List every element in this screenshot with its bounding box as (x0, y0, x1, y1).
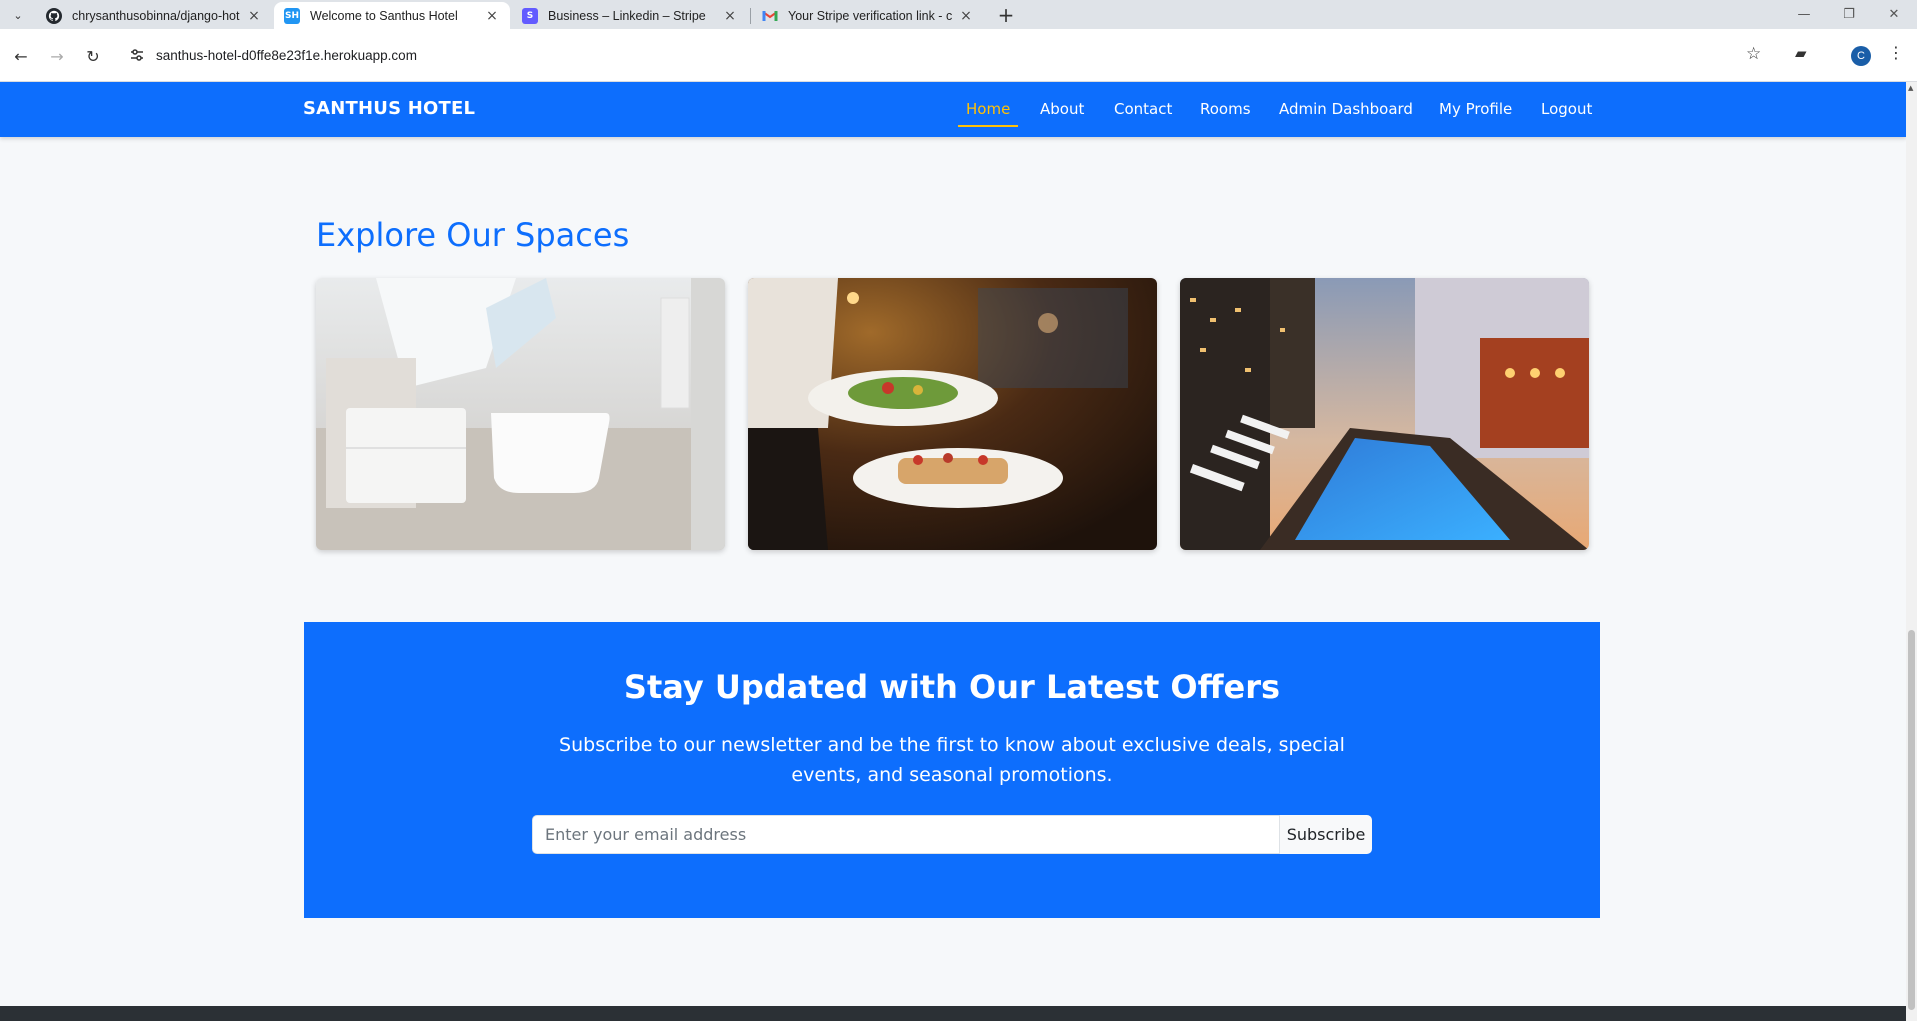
gmail-icon (762, 8, 778, 24)
site-info-icon[interactable] (128, 46, 146, 64)
github-icon (46, 7, 62, 24)
newsletter-section: Stay Updated with Our Latest Offers Subs… (304, 622, 1600, 918)
site-brand-logo[interactable]: SANTHUS HOTEL (303, 98, 475, 119)
subscribe-button[interactable]: Subscribe (1280, 815, 1372, 854)
browser-menu-icon[interactable]: ⋮ (1888, 43, 1904, 62)
page-scrollbar[interactable]: ▲ (1906, 82, 1917, 1021)
newsletter-email-input[interactable] (532, 815, 1280, 854)
footer-top-edge (0, 1006, 1906, 1021)
bathroom-photo (316, 278, 725, 550)
browser-tab-github[interactable]: chrysanthusobinna/django-hot × (36, 2, 272, 29)
browser-tab-stripe[interactable]: S Business – Linkedin – Stripe × (512, 2, 748, 29)
santhus-favicon-icon: SH (284, 7, 300, 24)
forward-arrow-icon[interactable]: → (44, 43, 70, 69)
scrollbar-thumb[interactable] (1908, 630, 1915, 1010)
nav-link-rooms[interactable]: Rooms (1200, 100, 1251, 118)
nav-link-home[interactable]: Home (957, 100, 1019, 127)
restaurant-dish-photo (748, 278, 1157, 550)
close-tab-icon[interactable]: × (484, 8, 500, 24)
restore-window-icon[interactable]: ❐ (1826, 0, 1872, 29)
page-viewport: SANTHUS HOTEL Home About Contact Rooms A… (0, 82, 1906, 1021)
nav-link-about[interactable]: About (1040, 100, 1084, 118)
back-arrow-icon[interactable]: ← (8, 43, 34, 69)
minimize-window-icon[interactable]: — (1781, 0, 1827, 29)
tab-title: Your Stripe verification link - ch (788, 8, 952, 23)
explore-spaces-heading: Explore Our Spaces (316, 216, 630, 254)
extensions-puzzle-icon[interactable]: ▰ (1795, 44, 1807, 62)
close-tab-icon[interactable]: × (246, 8, 262, 24)
rooftop-pool-photo (1180, 278, 1589, 550)
new-tab-plus-icon[interactable]: + (994, 3, 1018, 27)
browser-tab-santhus-hotel[interactable]: SH Welcome to Santhus Hotel × (274, 2, 510, 29)
address-bar-url[interactable]: santhus-hotel-d0ffe8e23f1e.herokuapp.com (156, 48, 417, 63)
newsletter-title: Stay Updated with Our Latest Offers (623, 668, 1281, 706)
nav-link-my-profile[interactable]: My Profile (1439, 100, 1512, 118)
tab-search-chevron-icon[interactable]: ⌄ (6, 5, 30, 25)
scroll-up-arrow-icon[interactable]: ▲ (1908, 84, 1913, 92)
tab-separator (750, 8, 751, 24)
close-tab-icon[interactable]: × (722, 8, 738, 24)
nav-link-logout[interactable]: Logout (1541, 100, 1592, 118)
nav-link-contact[interactable]: Contact (1114, 100, 1172, 118)
tab-title: Business – Linkedin – Stripe (548, 8, 706, 23)
nav-link-admin-dashboard[interactable]: Admin Dashboard (1279, 100, 1413, 118)
browser-toolbar: ← → ↻ santhus-hotel-d0ffe8e23f1e.herokua… (0, 29, 1917, 82)
newsletter-description: Subscribe to our newsletter and be the f… (559, 734, 1345, 786)
reload-icon[interactable]: ↻ (80, 43, 106, 69)
newsletter-form: Subscribe (532, 815, 1372, 854)
close-tab-icon[interactable]: × (958, 8, 974, 24)
tab-title: chrysanthusobinna/django-hot (72, 8, 240, 23)
profile-avatar[interactable]: C (1851, 46, 1871, 66)
site-navbar: SANTHUS HOTEL Home About Contact Rooms A… (0, 82, 1906, 137)
browser-tab-gmail[interactable]: Your Stripe verification link - ch × (752, 2, 984, 29)
browser-tab-strip: ⌄ chrysanthusobinna/django-hot × SH Welc… (0, 0, 1917, 29)
close-window-icon[interactable]: ✕ (1871, 0, 1917, 29)
stripe-favicon-icon: S (522, 7, 538, 24)
bookmark-star-icon[interactable]: ☆ (1746, 44, 1761, 64)
tab-title: Welcome to Santhus Hotel (310, 8, 458, 23)
